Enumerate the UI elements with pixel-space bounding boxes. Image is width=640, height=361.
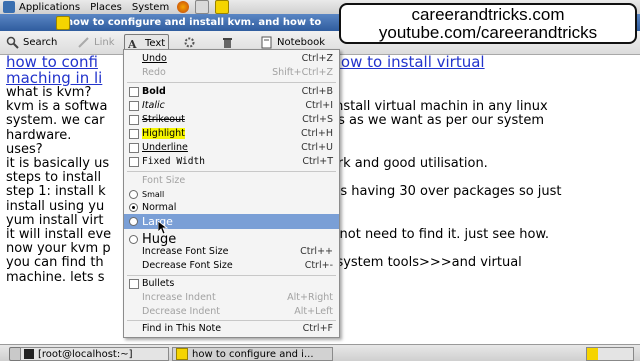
large-radio[interactable] xyxy=(129,217,138,226)
menu-size-normal[interactable]: Normal xyxy=(124,201,339,214)
menu-font-size-header: Font Size xyxy=(142,175,186,186)
menu-increase-indent[interactable]: Increase Indent Alt+Right xyxy=(124,291,339,304)
bullets-checkbox[interactable] xyxy=(129,278,139,289)
search-button[interactable]: Search xyxy=(6,34,57,51)
mail-icon[interactable] xyxy=(195,0,210,14)
huge-radio[interactable] xyxy=(129,234,138,244)
search-icon xyxy=(6,36,19,49)
link-icon xyxy=(77,36,90,49)
watermark-line-2: youtube.com/careerandtricks xyxy=(378,23,598,42)
terminal-icon xyxy=(24,349,34,359)
menu-decrease-font[interactable]: Decrease Font Size Ctrl+- xyxy=(124,259,339,272)
places-menu[interactable]: Places xyxy=(90,2,122,13)
strikeout-checkbox[interactable] xyxy=(129,114,139,125)
link-button[interactable]: Link xyxy=(77,34,114,51)
trash-icon xyxy=(221,36,234,49)
text-label: Text xyxy=(145,38,166,49)
gnome-foot-icon[interactable] xyxy=(3,1,15,13)
tools-icon xyxy=(183,36,196,49)
menu-bullets[interactable]: Bullets xyxy=(124,277,339,290)
menu-underline[interactable]: Underline Ctrl+U xyxy=(124,141,339,154)
menu-find-in-note[interactable]: Find in This Note Ctrl+F xyxy=(124,322,339,335)
menu-redo[interactable]: Redo Shift+Ctrl+Z xyxy=(124,66,339,79)
menu-increase-font[interactable]: Increase Font Size Ctrl++ xyxy=(124,245,339,258)
menu-size-small[interactable]: Small xyxy=(124,188,339,201)
search-label: Search xyxy=(23,37,58,48)
taskbar-terminal[interactable]: [root@localhost:~] xyxy=(20,347,169,361)
menu-italic[interactable]: Italic Ctrl+I xyxy=(124,99,339,112)
firefox-icon[interactable] xyxy=(177,1,190,13)
small-radio[interactable] xyxy=(129,190,138,199)
notebook-label: Notebook xyxy=(277,37,326,48)
italic-checkbox[interactable] xyxy=(129,100,139,111)
text-format-menu: Undo Ctrl+Z Redo Shift+Ctrl+Z Bold Ctrl+… xyxy=(123,49,340,338)
taskbar-note[interactable]: how to configure and i... xyxy=(172,347,333,361)
link-label: Link xyxy=(94,37,115,48)
menu-size-large[interactable]: Large xyxy=(124,214,339,229)
highlight-checkbox[interactable] xyxy=(129,128,139,139)
window-title: how to configure and install kvm. and ho… xyxy=(66,17,322,28)
watermark-box: careerandtricks.com youtube.com/careeran… xyxy=(339,3,637,44)
applications-menu[interactable]: Applications xyxy=(19,2,80,13)
menu-strikeout[interactable]: Strikeout Ctrl+S xyxy=(124,113,339,126)
watermark-line-1: careerandtricks.com xyxy=(411,5,565,24)
window-icon xyxy=(56,15,70,30)
system-menu[interactable]: System xyxy=(132,2,169,13)
menu-separator xyxy=(127,320,336,321)
fixed-width-checkbox[interactable] xyxy=(129,156,139,167)
underline-checkbox[interactable] xyxy=(129,142,139,153)
notebook-icon xyxy=(260,36,273,49)
menu-separator xyxy=(127,275,336,276)
menu-bold[interactable]: Bold Ctrl+B xyxy=(124,85,339,98)
mouse-cursor-icon xyxy=(157,220,169,238)
notes-icon[interactable] xyxy=(215,0,230,14)
menu-undo[interactable]: Undo Ctrl+Z xyxy=(124,52,339,65)
menu-highlight[interactable]: Highlight Ctrl+H xyxy=(124,127,339,140)
menu-decrease-indent[interactable]: Decrease Indent Alt+Left xyxy=(124,305,339,318)
menu-separator xyxy=(127,171,336,172)
normal-radio[interactable] xyxy=(129,203,138,212)
menu-fixed-width[interactable]: Fixed Width Ctrl+T xyxy=(124,155,339,168)
bottom-taskbar: [root@localhost:~] how to configure and … xyxy=(0,344,640,361)
bold-checkbox[interactable] xyxy=(129,86,139,97)
workspace-switcher[interactable] xyxy=(586,347,634,361)
menu-separator xyxy=(127,82,336,83)
note-icon xyxy=(176,348,188,360)
